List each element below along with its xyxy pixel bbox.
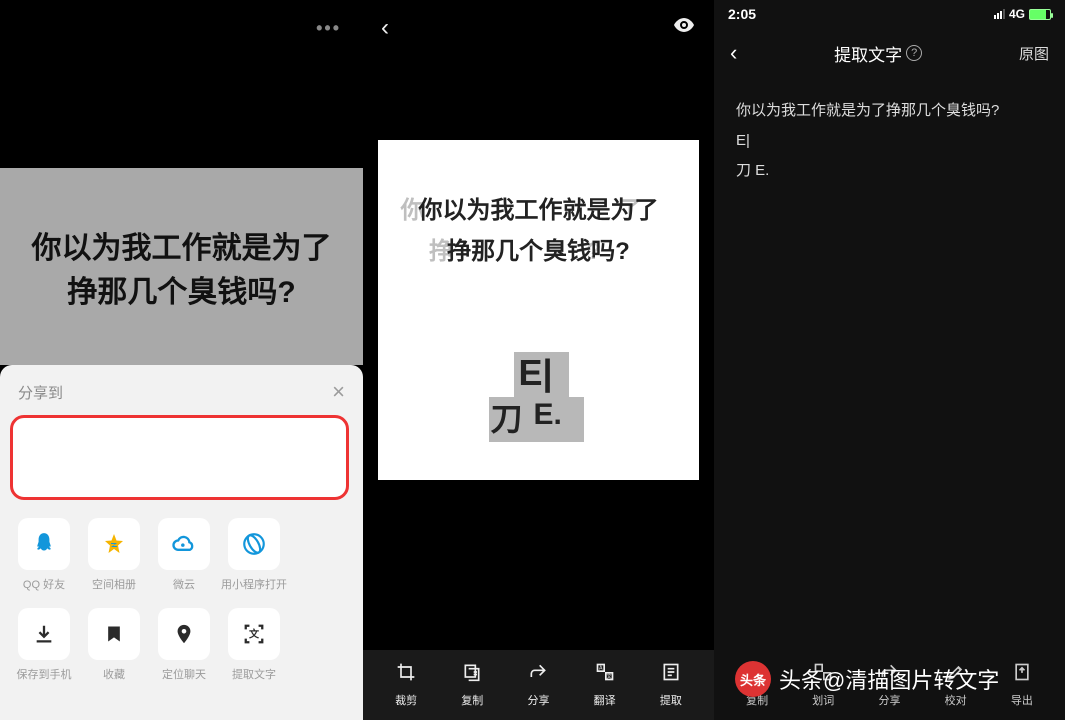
sheet-title: 分享到 [18, 382, 63, 403]
extract-icon [661, 662, 681, 688]
qzone-icon [88, 518, 140, 570]
share-button[interactable]: 分享 [878, 662, 900, 708]
action-item-label: 定位聊天 [162, 666, 206, 682]
help-icon[interactable]: ? [906, 45, 922, 61]
toolbar-label: 分享 [878, 692, 900, 708]
locate-chat-button[interactable]: 定位聊天 [154, 608, 214, 682]
copy-icon [462, 662, 482, 688]
share-icon [879, 662, 899, 688]
save-to-phone-button[interactable]: 保存到手机 [14, 608, 74, 682]
svg-text:文: 文 [249, 628, 260, 641]
share-icon [528, 662, 548, 688]
image-text-line2: 挣那几个臭钱吗? [67, 267, 295, 311]
share-item-label: 用小程序打开 [221, 576, 287, 592]
toolbar-label: 划词 [812, 692, 834, 708]
back-icon[interactable]: ‹ [730, 40, 737, 66]
share-row: QQ 好友 空间相册 微云 用小程序打开 [0, 518, 363, 608]
close-icon[interactable]: × [332, 379, 345, 405]
proof-icon [946, 662, 966, 688]
share-weiyun-button[interactable]: 微云 [154, 518, 214, 592]
ocr-icon: 文 [228, 608, 280, 660]
action-item-label: 收藏 [103, 666, 125, 682]
action-row: 保存到手机 收藏 定位聊天 文 提取文字 [0, 608, 363, 698]
svg-text:文: 文 [606, 673, 611, 680]
share-button[interactable]: 分享 [527, 662, 549, 708]
toolbar-label: 分享 [527, 692, 549, 708]
signal-icon [994, 9, 1005, 19]
crop-icon [396, 662, 416, 688]
export-button[interactable]: 导出 [1011, 662, 1033, 708]
extracted-line: 刀 E. [736, 156, 1043, 186]
status-network: 4G [1009, 7, 1025, 21]
extracted-line: E| [736, 126, 1043, 156]
ocr-line2: 挣那几个臭钱吗? [447, 238, 630, 265]
glyph-dao: 刀 [491, 394, 523, 440]
battery-icon [1029, 9, 1051, 20]
eye-icon[interactable] [672, 13, 696, 43]
more-icon[interactable]: ••• [316, 18, 341, 39]
page-title: 提取文字 ? [834, 41, 922, 66]
copy-button[interactable]: 复制 [746, 662, 768, 708]
glyph-e: E| [519, 352, 553, 394]
copy-button[interactable]: 复制 [461, 662, 483, 708]
download-icon [18, 608, 70, 660]
toolbar-label: 提取 [660, 692, 682, 708]
share-sheet: 分享到 × QQ 好友 空间相册 微云 用小程序打开 [0, 365, 363, 720]
browser-icon [228, 518, 280, 570]
select-button[interactable]: 划词 [812, 662, 834, 708]
extracted-line: 你以为我工作就是为了挣那几个臭钱吗? [736, 96, 1043, 126]
extract-text-button[interactable]: 文 提取文字 [224, 608, 284, 682]
toolbar-label: 校对 [945, 692, 967, 708]
share-item-label: QQ 好友 [23, 576, 65, 592]
share-miniprogram-button[interactable]: 用小程序打开 [224, 518, 284, 592]
glyph-e2: E. [534, 398, 562, 432]
bottom-toolbar: 裁剪 复制 分享 A文 翻译 提取 [363, 650, 714, 720]
translate-icon: A文 [595, 662, 615, 688]
cloud-icon [158, 518, 210, 570]
crop-button[interactable]: 裁剪 [395, 662, 417, 708]
ocr-preview: 你 了 你以为我工作就是为了 挣 ? 挣那几个臭钱吗? E| 刀 E. [378, 140, 699, 480]
extract-button[interactable]: 提取 [660, 662, 682, 708]
select-icon [813, 662, 833, 688]
preview-image: 你以为我工作就是为了 挣那几个臭钱吗? [0, 168, 363, 365]
status-time: 2:05 [728, 6, 756, 22]
toolbar-label: 裁剪 [395, 692, 417, 708]
translate-button[interactable]: A文 翻译 [594, 662, 616, 708]
qq-icon [18, 518, 70, 570]
share-item-label: 空间相册 [92, 576, 136, 592]
share-qzone-button[interactable]: 空间相册 [84, 518, 144, 592]
proofread-button[interactable]: 校对 [945, 662, 967, 708]
image-text-line1: 你以为我工作就是为了 [32, 223, 332, 267]
extracted-text[interactable]: 你以为我工作就是为了挣那几个臭钱吗? E| 刀 E. [714, 78, 1065, 204]
toolbar-label: 复制 [746, 692, 768, 708]
toolbar-label: 翻译 [594, 692, 616, 708]
bottom-toolbar: 复制 划词 分享 校对 导出 [714, 650, 1065, 720]
ocr-line1: 你以为我工作就是为了 [419, 197, 659, 224]
copy-icon [747, 662, 767, 688]
status-bar: 2:05 4G [714, 0, 1065, 28]
share-qq-button[interactable]: QQ 好友 [14, 518, 74, 592]
original-button[interactable]: 原图 [1019, 43, 1049, 64]
share-item-label: 微云 [173, 576, 195, 592]
share-highlight-box [10, 415, 349, 500]
favorite-button[interactable]: 收藏 [84, 608, 144, 682]
action-item-label: 保存到手机 [17, 666, 72, 682]
toolbar-label: 导出 [1011, 692, 1033, 708]
export-icon [1012, 662, 1032, 688]
bookmark-icon [88, 608, 140, 660]
toolbar-label: 复制 [461, 692, 483, 708]
location-icon [158, 608, 210, 660]
glyph-block: E| 刀 E. [489, 352, 589, 442]
back-icon[interactable]: ‹ [381, 14, 389, 42]
action-item-label: 提取文字 [232, 666, 276, 682]
